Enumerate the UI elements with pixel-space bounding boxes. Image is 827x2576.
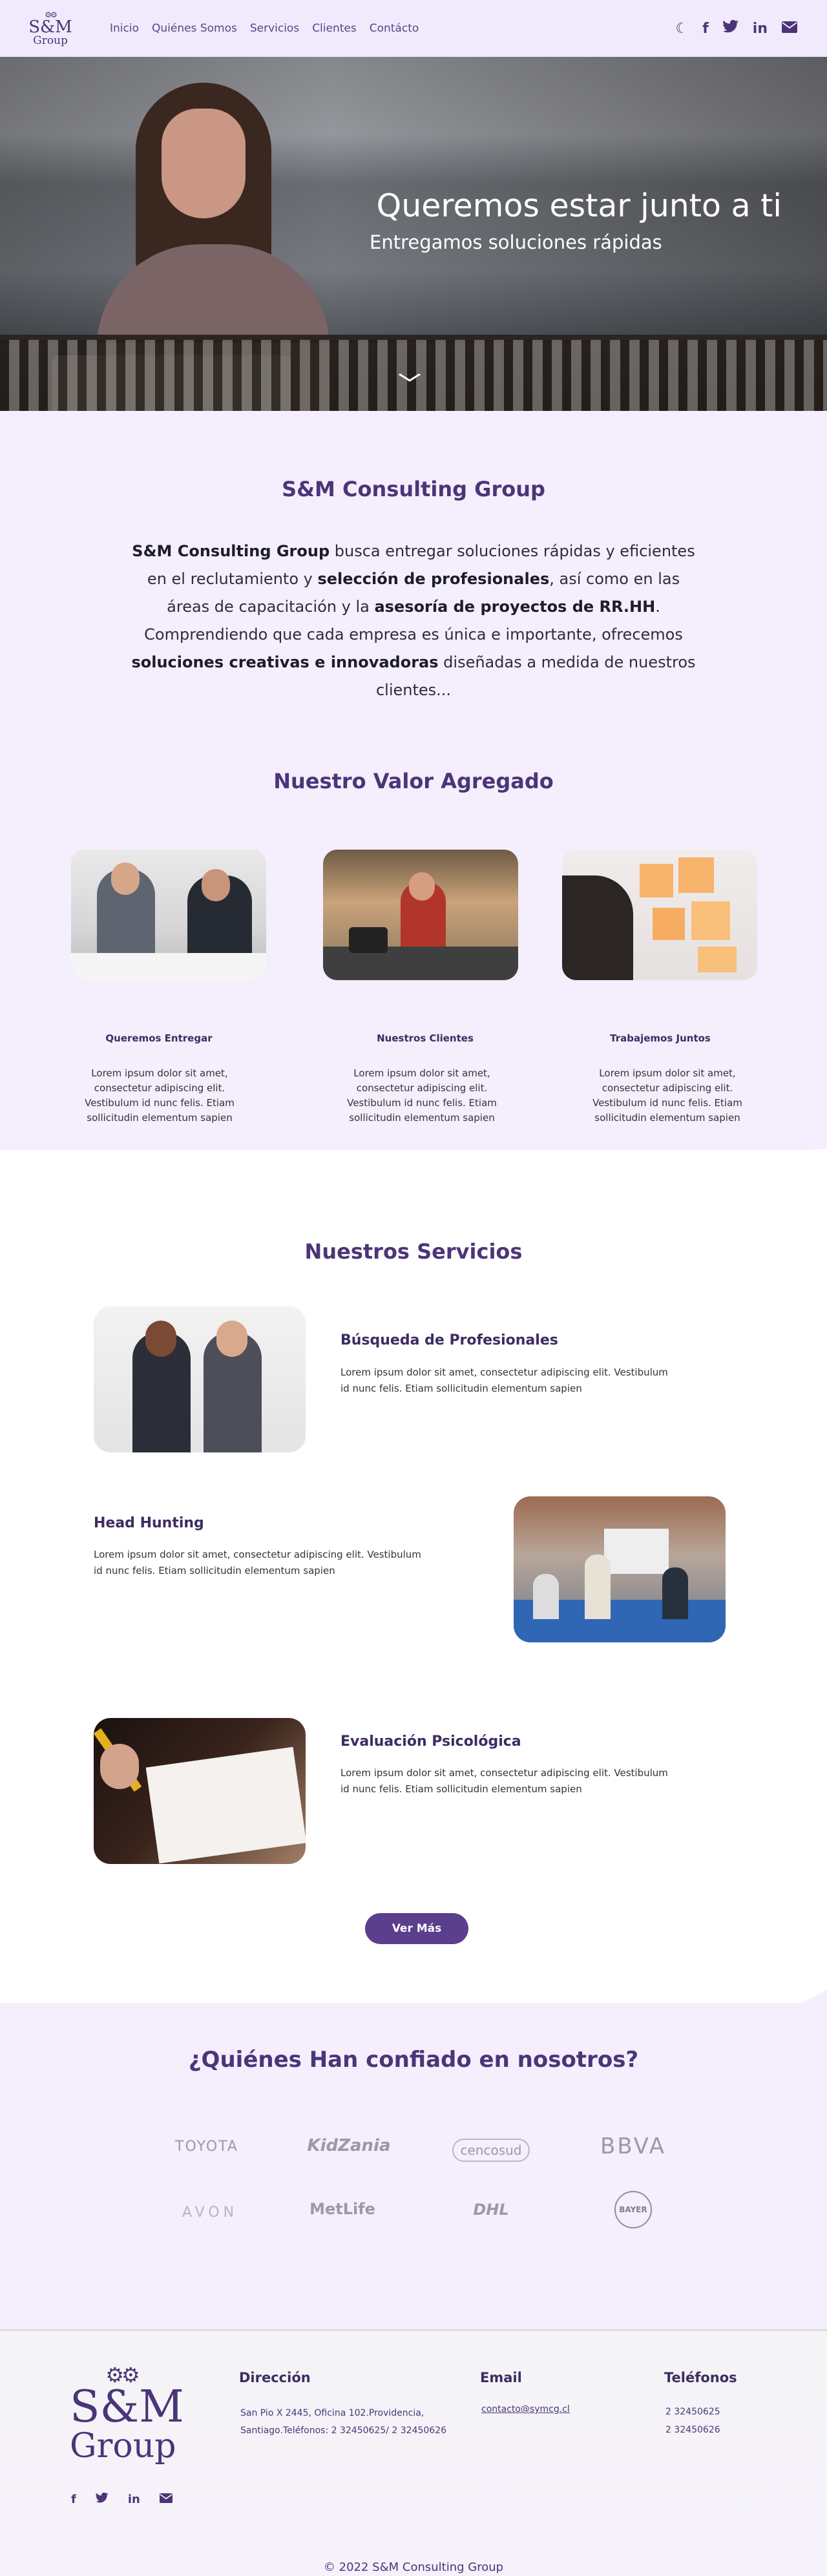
footer-telefonos-title: Teléfonos xyxy=(664,2370,737,2385)
valor-title: Nuestro Valor Agregado xyxy=(273,769,554,793)
card-image-sticky-notes xyxy=(562,850,757,980)
hero-banner: Queremos estar junto a ti Entregamos sol… xyxy=(0,57,827,411)
logo-metlife-text: MetLife xyxy=(309,2200,375,2218)
service-title-0: Búsqueda de Profesionales xyxy=(340,1332,558,1348)
footer-tel-2: 2 32450626 xyxy=(665,2425,720,2435)
about-bold-seleccion: selección de profesionales xyxy=(317,570,550,588)
nav-link-quienes-somos[interactable]: Quiénes Somos xyxy=(152,22,237,35)
logo-toyota-text: TOYOTA xyxy=(175,2139,238,2155)
logo-bayer: BAYER xyxy=(614,2191,652,2228)
nav-link-clientes[interactable]: Clientes xyxy=(312,22,357,35)
services-title: Nuestros Servicios xyxy=(304,1239,523,1264)
logo-group-text: Group xyxy=(33,34,68,47)
logo-dhl: DHL xyxy=(446,2201,536,2219)
logo-avon-text: AVON xyxy=(182,2204,238,2221)
clients-title: ¿Quiénes Han confiado en nosotros? xyxy=(188,2047,639,2073)
facebook-icon[interactable]: f xyxy=(702,21,709,37)
logo-bbva: BBVA xyxy=(591,2133,675,2159)
main-menu: Inicio Quiénes Somos Servicios Clientes … xyxy=(110,22,419,35)
service-title-2: Evaluación Psicológica xyxy=(340,1733,521,1750)
service-image-professionals xyxy=(94,1306,306,1452)
card-text-1: Lorem ipsum dolor sit amet, consectetur … xyxy=(347,1067,497,1124)
footer-direccion-title: Dirección xyxy=(239,2370,311,2385)
about-bold-asesoria: asesoría de proyectos de RR.HH xyxy=(374,598,656,616)
page: ⚙⚙ S&M Group Inicio Quiénes Somos Servic… xyxy=(0,0,827,2576)
service-text-2: Lorem ipsum dolor sit amet, consectetur … xyxy=(340,1767,668,1795)
logo-bayer-text: BAYER xyxy=(619,2205,647,2214)
logo-bbva-text: BBVA xyxy=(600,2133,666,2159)
logo-dhl-text: DHL xyxy=(473,2201,509,2219)
nav-icons: ☾ f in xyxy=(675,19,797,37)
service-image-psychology xyxy=(94,1718,306,1864)
service-title-1: Head Hunting xyxy=(94,1515,204,1531)
logo-kidzania-text: KidZania xyxy=(307,2136,391,2155)
header-logo[interactable]: ⚙⚙ S&M Group xyxy=(28,7,72,50)
footer-logo[interactable]: ⚙⚙ S&M Group xyxy=(70,2365,184,2466)
service-text-0: Lorem ipsum dolor sit amet, consectetur … xyxy=(340,1367,668,1394)
about-bold-company: S&M Consulting Group xyxy=(132,542,330,560)
logo-toyota: TOYOTA xyxy=(158,2139,255,2155)
logo-cencosud-text: cencosud xyxy=(460,2142,522,2158)
footer-logo-group: Group xyxy=(70,2427,176,2466)
footer-social-icons: f in xyxy=(71,2492,173,2506)
card-image-store xyxy=(323,850,518,980)
footer-direccion-text: San Pio X 2445, Oficina 102.Providencia,… xyxy=(240,2408,447,2436)
hero-title: Queremos estar junto a ti xyxy=(376,187,782,224)
service-image-head-hunting xyxy=(514,1496,726,1642)
twitter-icon[interactable] xyxy=(722,19,738,37)
logo-cencosud: cencosud xyxy=(452,2139,530,2162)
card-image-handshake xyxy=(71,850,266,980)
logo-metlife: MetLife xyxy=(297,2200,388,2218)
card-text-2: Lorem ipsum dolor sit amet, consectetur … xyxy=(592,1067,742,1124)
card-title-1: Nuestros Clientes xyxy=(377,1032,474,1044)
twitter-icon[interactable] xyxy=(96,2492,109,2506)
logo-sm-text: S&M xyxy=(28,17,72,37)
mail-icon[interactable] xyxy=(159,2493,173,2506)
facebook-icon[interactable]: f xyxy=(71,2493,76,2506)
footer-tel-1: 2 32450625 xyxy=(665,2407,720,2417)
hero-subtitle: Entregamos soluciones rápidas xyxy=(370,231,662,253)
card-title-2: Trabajemos Juntos xyxy=(610,1032,711,1044)
about-bold-soluciones: soluciones creativas e innovadoras xyxy=(131,653,439,671)
mail-icon[interactable] xyxy=(782,21,797,37)
wave-divider-top xyxy=(0,1149,827,1228)
moon-icon[interactable]: ☾ xyxy=(675,21,688,37)
footer-email-title: Email xyxy=(480,2370,522,2385)
chevron-down-icon[interactable] xyxy=(397,367,422,388)
nav-link-servicios[interactable]: Servicios xyxy=(250,22,299,35)
footer-logo-sm: S&M xyxy=(70,2382,184,2433)
service-text-1: Lorem ipsum dolor sit amet, consectetur … xyxy=(94,1549,421,1576)
nav-link-inicio[interactable]: Inicio xyxy=(110,22,139,35)
linkedin-icon[interactable]: in xyxy=(128,2493,140,2506)
linkedin-icon[interactable]: in xyxy=(753,21,768,37)
logo-kidzania: KidZania xyxy=(304,2136,394,2155)
about-paragraph: S&M Consulting Group busca entregar solu… xyxy=(129,538,698,704)
logo-avon: AVON xyxy=(165,2204,255,2221)
top-navbar: ⚙⚙ S&M Group Inicio Quiénes Somos Servic… xyxy=(0,0,827,57)
footer-email-link[interactable]: contacto@symcg.cl xyxy=(481,2401,570,2418)
nav-link-contacto[interactable]: Contácto xyxy=(370,22,419,35)
about-title: S&M Consulting Group xyxy=(282,477,545,501)
card-text-0: Lorem ipsum dolor sit amet, consectetur … xyxy=(85,1067,235,1124)
footer-copyright: © 2022 S&M Consulting Group xyxy=(323,2560,504,2574)
footer: ⚙⚙ S&M Group f in Dirección San Pio X 24… xyxy=(0,2329,827,2576)
ver-mas-button[interactable]: Ver Más xyxy=(365,1913,468,1944)
card-title-0: Queremos Entregar xyxy=(105,1032,213,1044)
